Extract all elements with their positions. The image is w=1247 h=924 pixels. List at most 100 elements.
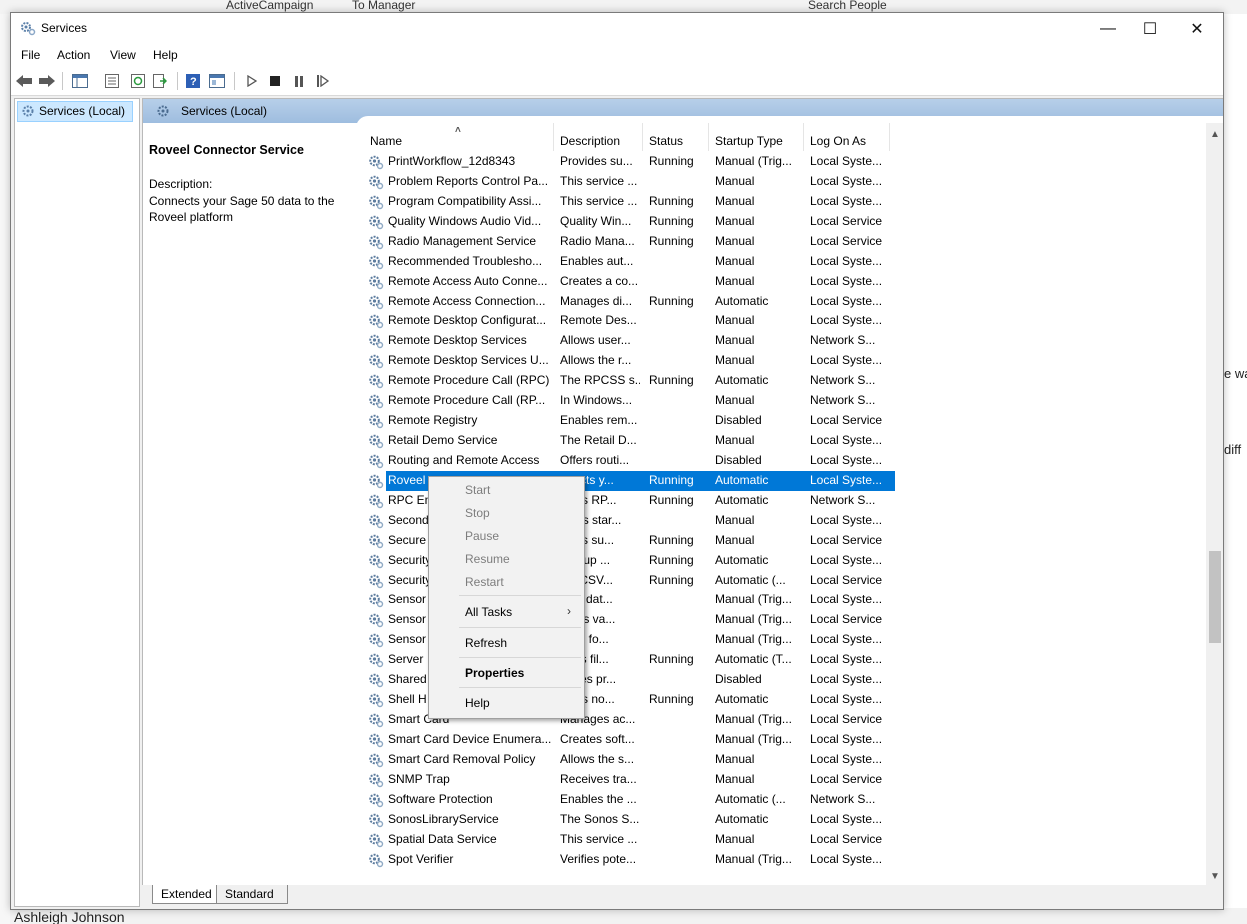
stop-service-icon[interactable] (266, 72, 284, 90)
menu-action[interactable]: Action (57, 48, 90, 62)
menu-view[interactable]: View (110, 48, 136, 62)
export-list-icon[interactable] (151, 72, 169, 90)
service-startup-cell: Manual (715, 313, 755, 328)
service-row[interactable]: Recommended Troublesho... Enables aut... M… (363, 252, 1206, 272)
service-logon-cell: Local Service (810, 612, 883, 627)
column-header-status[interactable]: Status (642, 123, 709, 151)
context-item-properties[interactable]: Properties (465, 666, 524, 680)
service-row[interactable]: Smart Card Device Enumera... Creates soft… (363, 730, 1206, 750)
back-arrow-icon[interactable] (15, 72, 33, 90)
service-row[interactable]: PrintWorkflow_12d8343 Provides su... Runni… (363, 152, 1206, 172)
service-logon-cell: Local Service (810, 831, 883, 846)
help-icon[interactable]: ? (184, 72, 202, 90)
context-item-resume[interactable]: Resume (465, 552, 510, 566)
menu-help[interactable]: Help (153, 48, 178, 62)
service-gear-icon (368, 154, 384, 170)
tab-extended[interactable]: Extended (152, 885, 218, 904)
service-row[interactable]: SNMP Trap Receives tra... Manual Local Serv… (363, 770, 1206, 790)
scroll-down-icon[interactable]: ▼ (1210, 871, 1220, 882)
view-icon[interactable] (208, 72, 226, 90)
title-bar[interactable]: Services — ☐ ✕ (11, 13, 1223, 44)
tab-standard[interactable]: Standard (216, 885, 288, 904)
column-header-startup-type[interactable]: Startup Type (708, 123, 804, 151)
bg-activecampaign: ActiveCampaign (226, 0, 314, 12)
service-startup-cell: Automatic (715, 692, 769, 707)
bg-user-name: Ashleigh Johnson (14, 909, 125, 924)
context-item-pause[interactable]: Pause (465, 529, 499, 543)
service-status-cell: Running (649, 233, 694, 248)
service-row[interactable]: Routing and Remote Access Offers routi...… (363, 451, 1206, 471)
scrollbar-thumb[interactable] (1209, 551, 1221, 643)
service-description-cell: Remote Des... (560, 313, 637, 328)
service-name-cell: Radio Management Service (388, 233, 537, 248)
column-header-name[interactable]: Name ˄ (363, 123, 554, 151)
svg-text:?: ? (190, 76, 197, 88)
properties-list-icon[interactable] (103, 72, 121, 90)
column-header-log-on-as[interactable]: Log On As (803, 123, 890, 151)
service-startup-cell: Manual (715, 333, 755, 348)
service-startup-cell: Manual (715, 173, 755, 188)
service-row[interactable]: Retail Demo Service The Retail D... Manual… (363, 431, 1206, 451)
context-item-refresh[interactable]: Refresh (465, 636, 507, 650)
description-label: Description: (149, 177, 213, 191)
bg-fragment-2: diff (1224, 442, 1242, 457)
service-row[interactable]: SonosLibraryService The Sonos S... Automat… (363, 810, 1206, 830)
column-header-description[interactable]: Description (553, 123, 643, 151)
forward-arrow-icon[interactable] (38, 72, 56, 90)
menu-file[interactable]: File (21, 48, 40, 62)
show-hide-console-tree-icon[interactable] (71, 72, 89, 90)
pause-service-icon[interactable] (290, 72, 308, 90)
service-row[interactable]: Quality Windows Audio Vid... Quality Win.… (363, 212, 1206, 232)
service-row[interactable]: Remote Procedure Call (RPC) The RPCSS s..… (363, 371, 1206, 391)
service-logon-cell: Local Syste... (810, 154, 883, 168)
context-item-start[interactable]: Start (465, 483, 490, 497)
service-description-cell: In Windows... (560, 393, 633, 408)
service-row[interactable]: Spatial Data Service This service ... Manu… (363, 830, 1206, 850)
service-row[interactable]: Remote Registry Enables rem... Disabled Loc… (363, 411, 1206, 431)
restart-service-icon[interactable] (314, 72, 332, 90)
service-row[interactable]: Remote Desktop Services Allows user... Man… (363, 331, 1206, 351)
service-gear-icon (368, 533, 384, 549)
minimize-button[interactable]: — (1085, 13, 1131, 44)
context-item-stop[interactable]: Stop (465, 506, 490, 520)
pane-header-title: Services (Local) (181, 104, 268, 118)
services-gear-icon (20, 20, 36, 36)
service-row[interactable]: Smart Card Removal Policy Allows the s...… (363, 750, 1206, 770)
service-row[interactable]: Software Protection Enables the ... Automa… (363, 790, 1206, 810)
service-row[interactable]: Remote Desktop Services U... Allows the r… (363, 351, 1206, 371)
refresh-icon[interactable] (129, 72, 147, 90)
services-gear-icon (156, 104, 170, 118)
service-startup-cell: Automatic (715, 492, 769, 507)
service-row[interactable]: Remote Access Auto Conne... Creates a co.… (363, 272, 1206, 292)
main-pane: Services (Local) Roveel Connector Servic… (142, 98, 1223, 887)
bg-fragment-1: e wa (1224, 366, 1247, 381)
close-button[interactable]: ✕ (1174, 13, 1220, 44)
vertical-scrollbar[interactable]: ▲ ▼ (1206, 123, 1223, 886)
service-row[interactable]: Program Compatibility Assi... This servic… (363, 192, 1206, 212)
service-description-cell: Creates a co... (560, 273, 639, 288)
service-row[interactable]: Remote Desktop Configurat... Remote Des..… (363, 311, 1206, 331)
service-startup-cell: Manual (Trig... (715, 712, 792, 727)
start-service-icon[interactable] (243, 72, 261, 90)
context-item-all-tasks[interactable]: All Tasks (465, 605, 512, 619)
service-logon-cell: Local Service (810, 712, 883, 727)
service-row[interactable]: Problem Reports Control Pa... This servic… (363, 172, 1206, 192)
background-right-strip: e wa diff (1222, 14, 1247, 924)
bg-to-manager: To Manager (352, 0, 416, 12)
scroll-up-icon[interactable]: ▲ (1210, 129, 1220, 140)
service-row[interactable]: Spot Verifier Verifies pote... Manual (Tri… (363, 850, 1206, 870)
service-row[interactable]: Remote Access Connection... Manages di...… (363, 292, 1206, 312)
service-logon-cell: Local Syste... (810, 851, 883, 866)
service-row[interactable]: Remote Procedure Call (RP... In Windows..… (363, 391, 1206, 411)
service-description-cell: This service ... (560, 831, 638, 846)
service-name-cell: Recommended Troublesho... (388, 253, 543, 268)
pane-header: Services (Local) (143, 99, 1223, 130)
context-item-restart[interactable]: Restart (465, 575, 504, 589)
tree-item-services-local[interactable]: Services (Local) (17, 101, 133, 122)
service-row[interactable]: Radio Management Service Radio Mana... Run… (363, 232, 1206, 252)
context-item-help[interactable]: Help (465, 696, 490, 710)
maximize-button[interactable]: ☐ (1127, 13, 1173, 44)
tree-item-label: Services (Local) (39, 104, 126, 118)
service-description-cell: The Retail D... (560, 433, 637, 448)
service-logon-cell: Local Syste... (810, 672, 883, 687)
